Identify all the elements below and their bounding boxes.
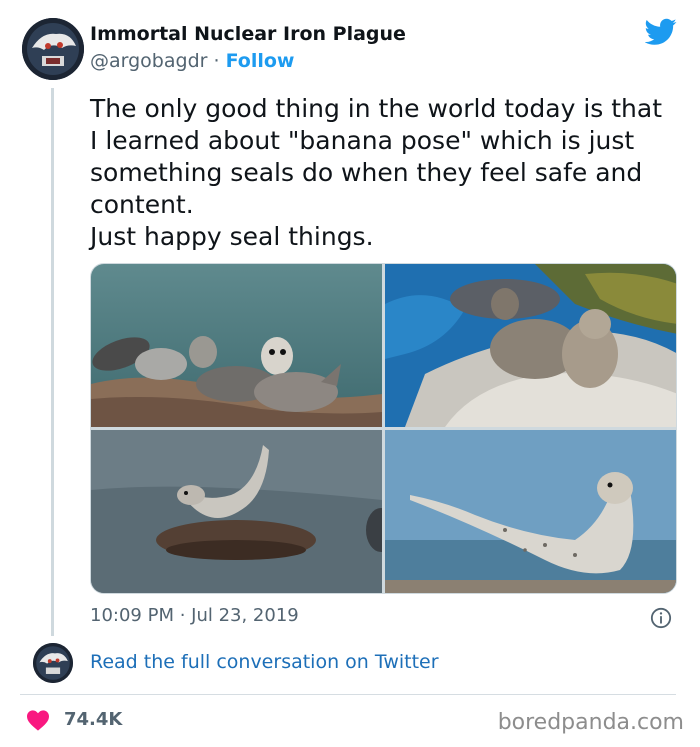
tweet-line: something seals do when they feel safe a… bbox=[90, 158, 643, 187]
heart-icon[interactable] bbox=[26, 709, 50, 731]
tweet-line: content. bbox=[90, 190, 194, 219]
handle-row: @argobagdr · Follow bbox=[90, 50, 295, 72]
display-name[interactable]: Immortal Nuclear Iron Plague bbox=[90, 23, 406, 45]
seal-photo-rock-curved[interactable] bbox=[91, 430, 382, 593]
tweet-line: Just happy seal things. bbox=[90, 222, 374, 251]
watermark: boredpanda.com bbox=[497, 710, 684, 735]
tweet-timestamp[interactable]: 10:09 PM · Jul 23, 2019 bbox=[90, 605, 299, 626]
user-handle[interactable]: @argobagdr bbox=[90, 50, 207, 72]
tweet-line: I learned about "banana pose" which is j… bbox=[90, 126, 635, 155]
info-icon[interactable] bbox=[650, 607, 672, 629]
avatar-image bbox=[22, 18, 84, 80]
like-count[interactable]: 74.4K bbox=[64, 709, 122, 730]
read-conversation-link[interactable]: Read the full conversation on Twitter bbox=[90, 651, 439, 673]
seal-photo-beach-banana[interactable] bbox=[385, 430, 676, 593]
seal-photo-group[interactable] bbox=[91, 264, 382, 427]
avatar[interactable] bbox=[22, 18, 84, 80]
avatar-small[interactable] bbox=[33, 643, 73, 683]
divider bbox=[20, 694, 676, 695]
tweet-text: The only good thing in the world today i… bbox=[90, 93, 685, 253]
twitter-bird-icon[interactable] bbox=[645, 18, 677, 46]
media-grid bbox=[90, 263, 677, 594]
thread-line bbox=[51, 88, 54, 636]
seal-photo-rock-blue-water[interactable] bbox=[385, 264, 676, 427]
avatar-small-image bbox=[33, 643, 73, 683]
follow-button[interactable]: Follow bbox=[226, 50, 295, 72]
handle-separator: · bbox=[213, 50, 220, 72]
tweet-line: The only good thing in the world today i… bbox=[90, 94, 663, 123]
